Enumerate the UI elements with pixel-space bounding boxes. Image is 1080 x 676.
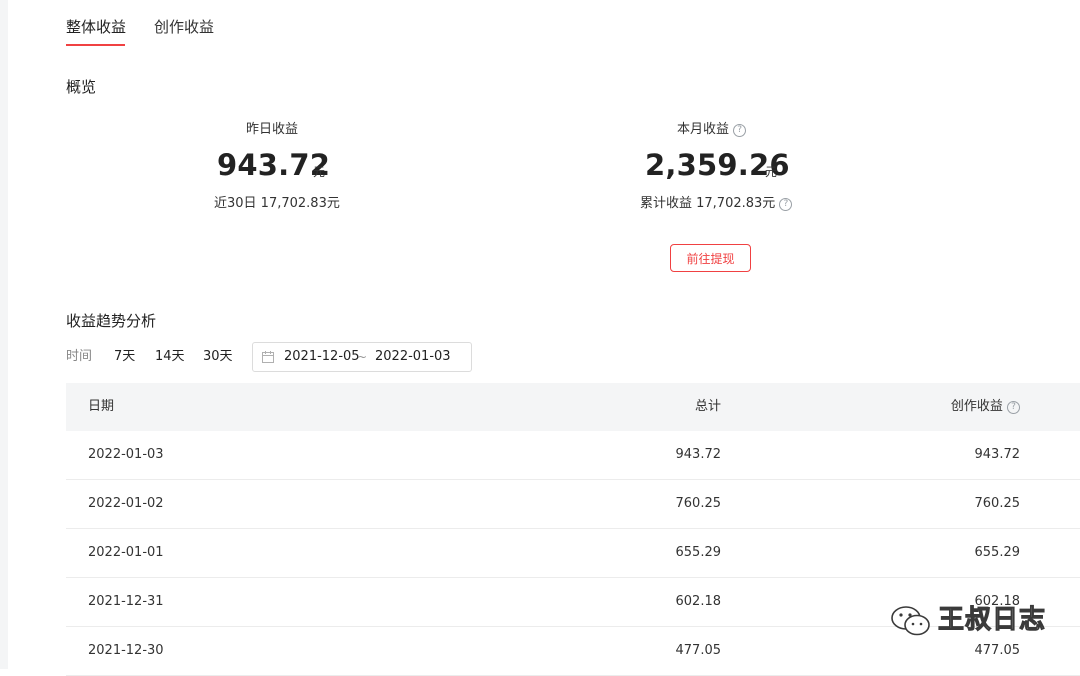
cumulative-income-group: 累计收益 17,702.83元 ? xyxy=(640,195,793,213)
month-income-label-group: 本月收益 ? xyxy=(677,121,747,139)
cell-date: 2021-12-31 xyxy=(88,594,164,609)
header-creation-income-group: 创作收益 ? xyxy=(951,399,1020,415)
cell-total: 943.72 xyxy=(675,447,722,462)
wechat-logo-icon xyxy=(891,606,930,636)
range-30-days[interactable]: 30天 xyxy=(203,349,233,365)
cell-date: 2022-01-03 xyxy=(88,447,164,462)
header-creation-income: 创作收益 xyxy=(950,399,1003,414)
withdraw-button[interactable]: 前往提现 xyxy=(670,244,751,272)
yesterday-income-unit: 元 xyxy=(313,165,326,179)
cell-date: 2022-01-01 xyxy=(88,545,164,560)
help-circle-icon[interactable]: ? xyxy=(779,198,793,211)
tab-creation-income[interactable]: 创作收益 xyxy=(154,17,214,37)
date-end[interactable]: 2022-01-03 xyxy=(375,349,451,365)
cell-total: 477.05 xyxy=(675,643,722,658)
calendar-icon xyxy=(262,351,274,363)
trend-analysis-title: 收益趋势分析 xyxy=(66,312,157,330)
cell-total: 602.18 xyxy=(675,594,722,609)
cell-date: 2022-01-02 xyxy=(88,496,164,511)
last-30-days-income: 近30日 17,702.83元 xyxy=(214,196,340,211)
table-row: 2022-01-01 655.29 655.29 xyxy=(66,529,1080,578)
watermark: 王叔日志 xyxy=(890,602,1060,642)
time-filter-label: 时间 xyxy=(66,349,93,364)
cumulative-income: 累计收益 17,702.83元 xyxy=(640,196,776,211)
date-range-picker[interactable]: 2021-12-05 ~ 2022-01-03 xyxy=(252,342,472,372)
yesterday-income-label: 昨日收益 xyxy=(246,122,299,137)
active-tab-indicator xyxy=(66,44,125,46)
range-7-days[interactable]: 7天 xyxy=(114,349,135,365)
header-total: 总计 xyxy=(694,399,721,414)
cell-creation: 477.05 xyxy=(974,643,1021,658)
cell-date: 2021-12-30 xyxy=(88,643,164,658)
month-income-label: 本月收益 xyxy=(677,122,730,137)
left-rail xyxy=(0,0,8,669)
help-circle-icon[interactable]: ? xyxy=(1007,401,1020,414)
overview-title: 概览 xyxy=(66,78,97,96)
cell-creation: 943.72 xyxy=(974,447,1021,462)
cell-creation: 655.29 xyxy=(974,545,1021,560)
month-income-unit: 元 xyxy=(765,165,778,179)
help-circle-icon[interactable]: ? xyxy=(733,124,747,137)
header-date: 日期 xyxy=(88,399,115,414)
cell-total: 655.29 xyxy=(675,545,722,560)
watermark-text: 王叔日志 xyxy=(937,605,1047,636)
cell-total: 760.25 xyxy=(675,496,722,511)
range-14-days[interactable]: 14天 xyxy=(155,349,185,365)
table-row: 2022-01-02 760.25 760.25 xyxy=(66,480,1080,529)
table-row: 2022-01-03 943.72 943.72 xyxy=(66,431,1080,480)
date-start[interactable]: 2021-12-05 xyxy=(284,349,360,365)
tab-overall-income[interactable]: 整体收益 xyxy=(66,17,126,37)
date-separator: ~ xyxy=(357,350,368,364)
table-header: 日期 总计 创作收益 ? xyxy=(66,383,1080,431)
cell-creation: 760.25 xyxy=(974,496,1021,511)
